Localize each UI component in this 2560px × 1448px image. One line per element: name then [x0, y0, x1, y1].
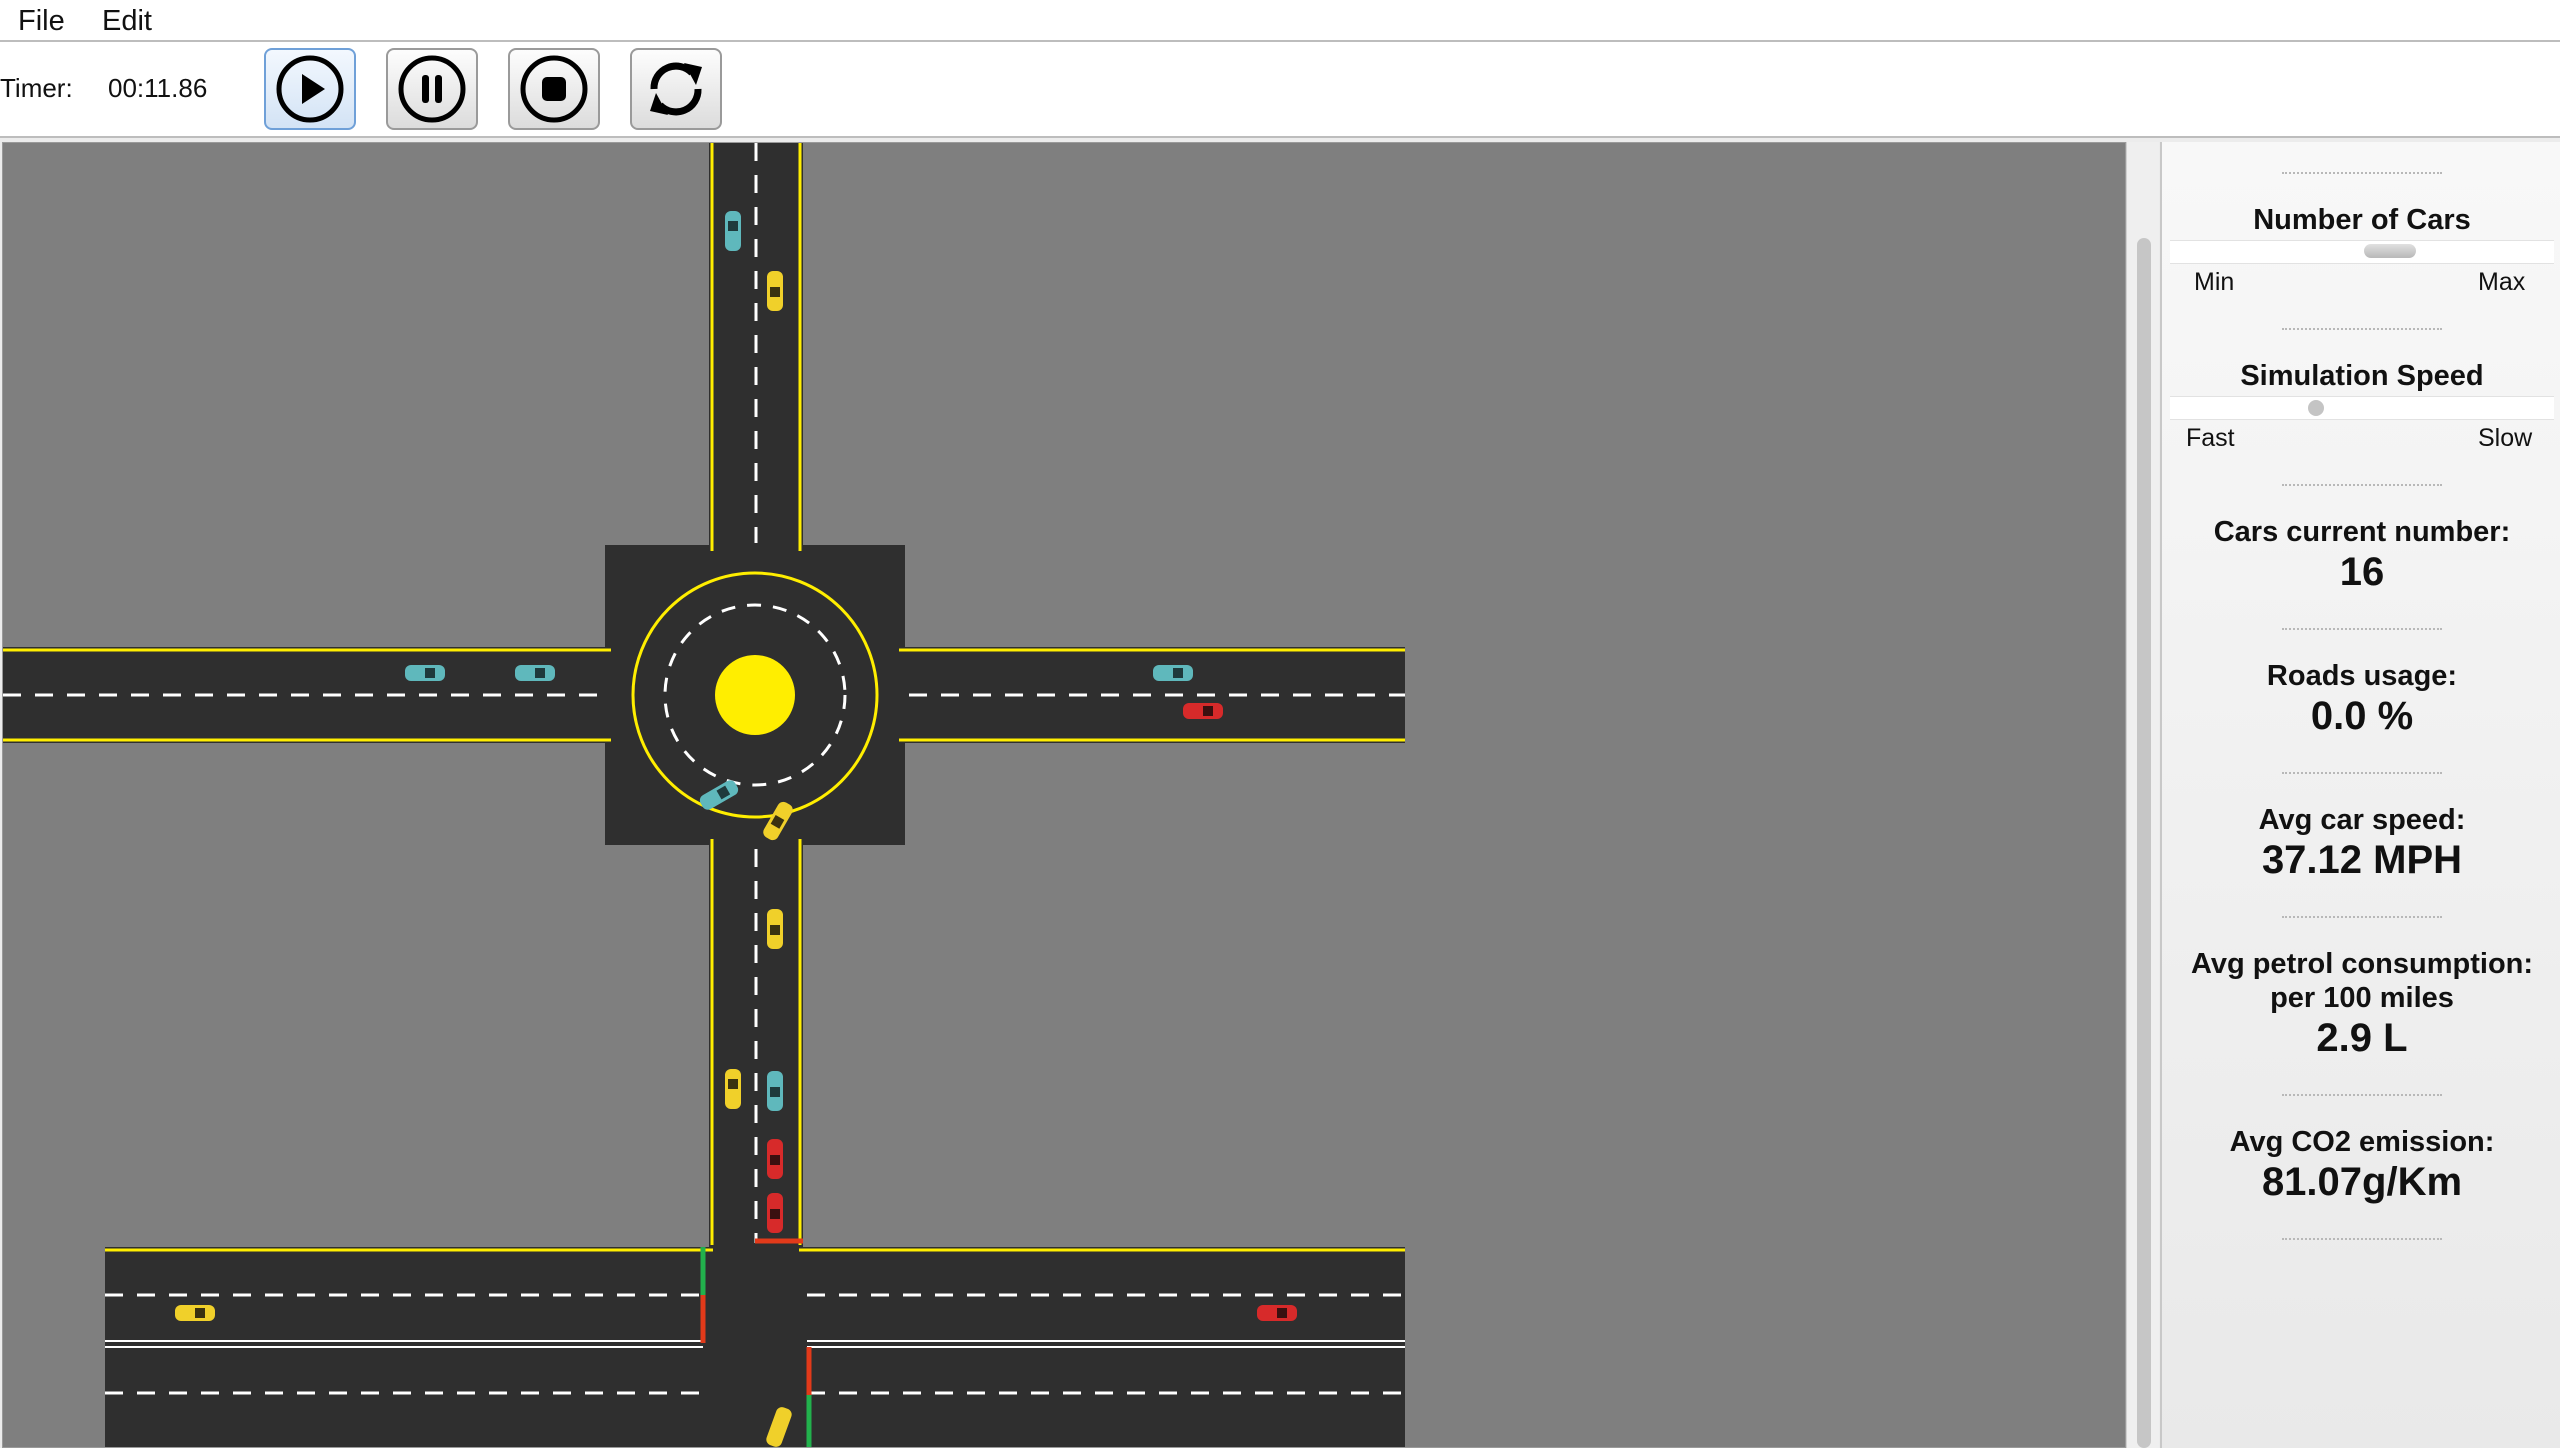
car: [1183, 703, 1223, 719]
car: [767, 1139, 783, 1179]
separator: [2282, 1094, 2442, 1096]
separator: [2282, 328, 2442, 330]
car: [767, 909, 783, 949]
car: [515, 665, 555, 681]
car: [405, 665, 445, 681]
car: [1257, 1305, 1297, 1321]
car: [767, 1071, 783, 1111]
separator: [2282, 916, 2442, 918]
number-of-cars-title: Number of Cars: [2253, 204, 2471, 236]
stop-icon: [520, 55, 588, 123]
car: [767, 1193, 783, 1233]
car: [175, 1305, 215, 1321]
separator: [2282, 1238, 2442, 1240]
stop-button[interactable]: [508, 48, 600, 130]
avg-car-speed-label: Avg car speed:: [2258, 804, 2466, 836]
simulation-canvas[interactable]: [2, 142, 2126, 1448]
play-icon: [276, 55, 344, 123]
number-of-cars-slider-thumb[interactable]: [2364, 244, 2416, 258]
roundabout-center: [715, 655, 795, 735]
avg-co2-emission-label: Avg CO2 emission:: [2229, 1126, 2495, 1158]
car: [725, 211, 741, 251]
car: [1153, 665, 1193, 681]
avg-co2-emission-value: 81.07g/Km: [2261, 1160, 2463, 1204]
avg-car-speed-value: 37.12 MPH: [2261, 838, 2463, 882]
timer-value: 00:11.86: [108, 73, 208, 103]
avg-petrol-consumption-value: 2.9 L: [2316, 1016, 2408, 1060]
toolbar: Timer: 00:11.86: [0, 42, 2560, 138]
vertical-scrollbar[interactable]: [2126, 142, 2159, 1448]
simulation-speed-slider-thumb[interactable]: [2308, 400, 2324, 416]
simulation-speed-title: Simulation Speed: [2240, 360, 2484, 392]
simulation-speed-slow-label: Slow: [2478, 424, 2533, 452]
scrollbar-thumb[interactable]: [2137, 238, 2151, 1448]
separator: [2282, 484, 2442, 486]
restart-button[interactable]: [630, 48, 722, 130]
separator: [2282, 172, 2442, 174]
play-button[interactable]: [264, 48, 356, 130]
number-of-cars-min-label: Min: [2194, 268, 2235, 296]
menu-file[interactable]: File: [18, 4, 65, 38]
restart-icon: [650, 62, 702, 116]
number-of-cars-slider[interactable]: [2170, 240, 2554, 264]
separator: [2282, 628, 2442, 630]
road-map: [3, 143, 2125, 1447]
pause-icon: [398, 55, 466, 123]
simulation-speed-slider[interactable]: [2170, 396, 2554, 420]
timer-label: Timer:: [0, 73, 73, 103]
number-of-cars-max-label: Max: [2478, 268, 2526, 296]
cars-current-number-label: Cars current number:: [2213, 516, 2511, 548]
roads-usage-value: 0.0 %: [2310, 694, 2414, 738]
statistics-panel: Number of Cars Min Max Simulation Speed …: [2160, 142, 2560, 1448]
avg-petrol-consumption-label: Avg petrol consumption:: [2190, 948, 2534, 980]
simulation-speed-fast-label: Fast: [2186, 424, 2235, 452]
cars-current-number-value: 16: [2339, 550, 2385, 594]
menu-bar: File Edit: [0, 0, 2560, 42]
separator: [2282, 772, 2442, 774]
car: [725, 1069, 741, 1109]
menu-edit[interactable]: Edit: [102, 4, 152, 38]
avg-petrol-consumption-sublabel: per 100 miles: [2270, 982, 2454, 1014]
roads-usage-label: Roads usage:: [2266, 660, 2458, 692]
pause-button[interactable]: [386, 48, 478, 130]
car: [767, 271, 783, 311]
